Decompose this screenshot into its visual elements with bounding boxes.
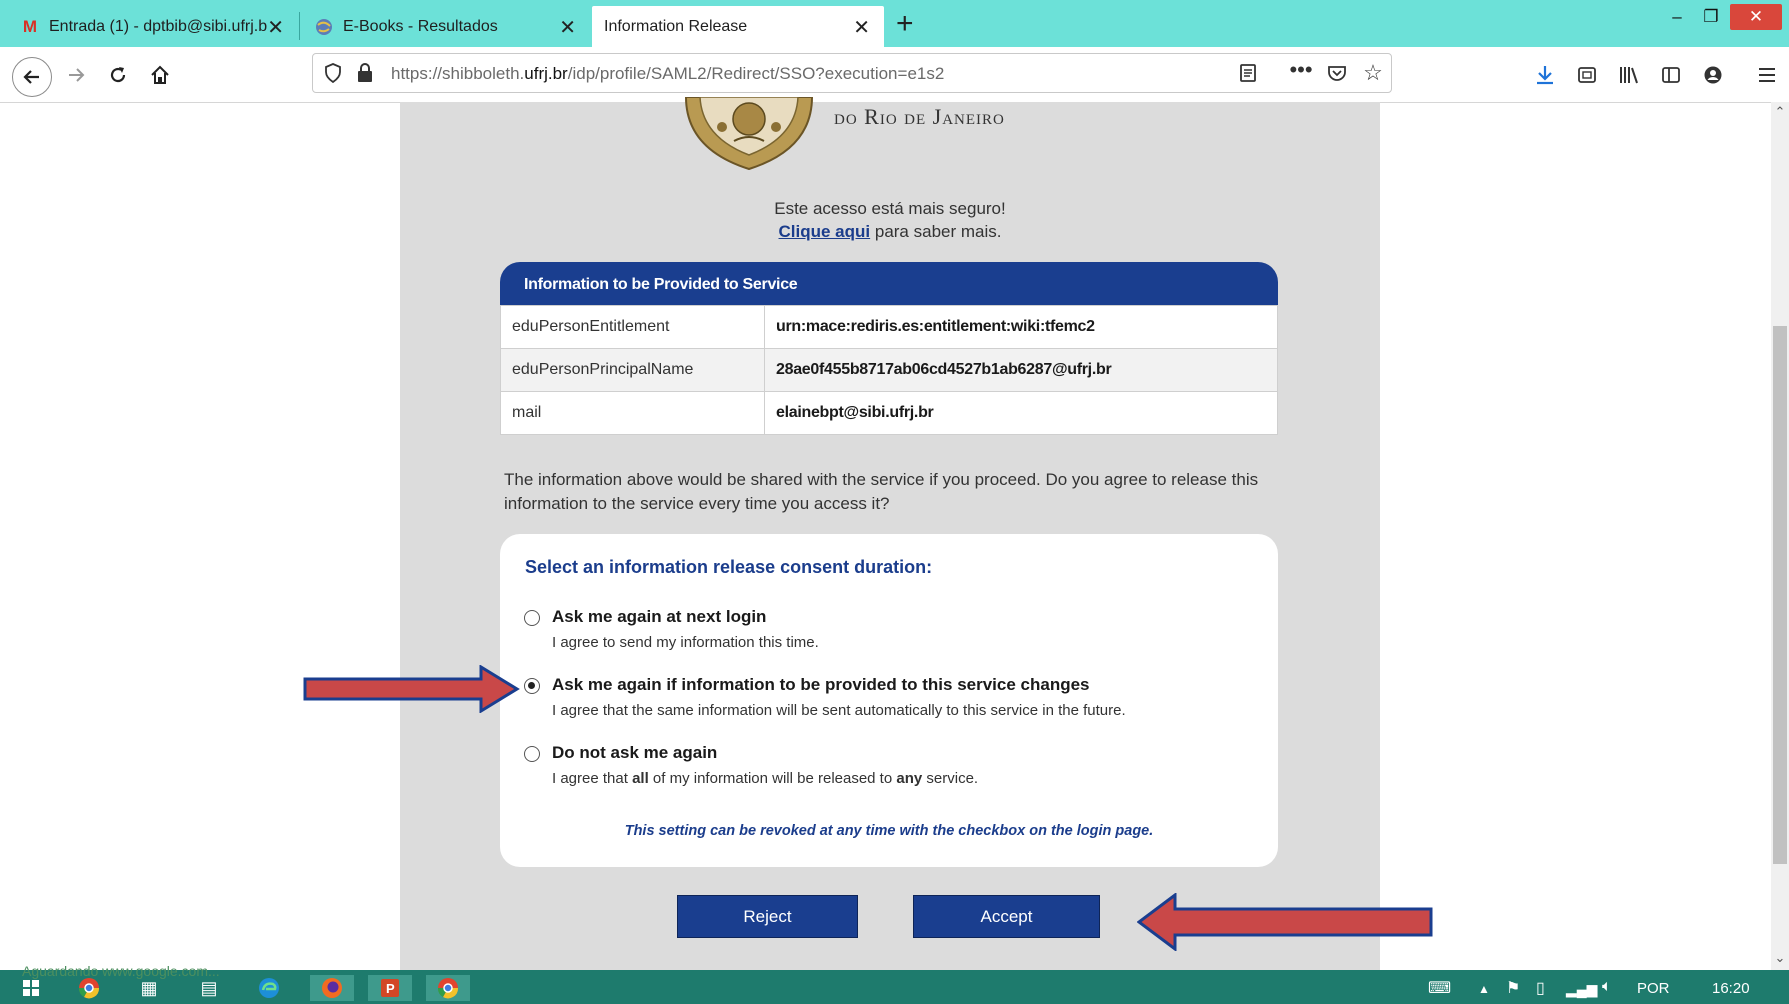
- reject-button[interactable]: Reject: [677, 895, 858, 938]
- url-text: https://shibboleth.ufrj.br/idp/profile/S…: [391, 64, 945, 83]
- screenshot-icon[interactable]: [1569, 57, 1605, 93]
- scrollbar-thumb[interactable]: [1773, 326, 1787, 864]
- consent-title: Select an information release consent du…: [525, 557, 933, 577]
- attribute-name: mail: [500, 391, 765, 435]
- tab-ebooks[interactable]: E-Books - Resultados ✕: [300, 6, 590, 47]
- release-notice: The information above would be shared wi…: [504, 470, 1259, 513]
- attribute-table: eduPersonEntitlement urn:mace:rediris.es…: [500, 305, 1278, 435]
- pocket-icon[interactable]: [1325, 61, 1349, 85]
- close-icon[interactable]: ✕: [853, 15, 870, 40]
- minimize-button[interactable]: –: [1660, 4, 1694, 30]
- flag-icon[interactable]: ⚑: [1506, 978, 1520, 998]
- file-explorer-icon[interactable]: ▤: [194, 975, 224, 1001]
- menu-icon[interactable]: [1749, 57, 1785, 93]
- back-arrow-icon[interactable]: [12, 57, 52, 97]
- more-icon[interactable]: •••: [1289, 57, 1313, 82]
- revoke-note: This setting can be revoked at any time …: [624, 823, 1154, 839]
- calculator-icon[interactable]: ▦: [134, 975, 164, 1001]
- chrome-window-icon[interactable]: [426, 975, 470, 1001]
- university-name: do Rio de Janeiro: [834, 104, 1005, 129]
- globe-icon: [314, 17, 334, 37]
- library-icon[interactable]: [1611, 57, 1647, 93]
- tab-label: Information Release: [604, 17, 748, 35]
- consent-panel: [500, 534, 1278, 867]
- chrome-icon[interactable]: [74, 975, 104, 1001]
- secure-message: Este acesso está mais seguro!: [774, 199, 1006, 218]
- sidebar-icon[interactable]: [1653, 57, 1689, 93]
- tab-label: Entrada (1) - dptbib@sibi.ufrj.b: [49, 17, 268, 35]
- option-description: I agree that the same information will b…: [552, 702, 1126, 719]
- learn-more-suffix: para saber mais.: [870, 222, 1002, 241]
- battery-icon[interactable]: ▯: [1536, 978, 1545, 998]
- account-icon[interactable]: [1695, 57, 1731, 93]
- option-label: Ask me again if information to be provid…: [552, 675, 1090, 694]
- scroll-down-icon[interactable]: ⌄: [1773, 950, 1787, 966]
- table-row: eduPersonEntitlement urn:mace:rediris.es…: [500, 305, 1278, 349]
- option-label: Ask me again at next login: [552, 607, 767, 626]
- edge-icon[interactable]: [254, 975, 284, 1001]
- tab-gmail[interactable]: M Entrada (1) - dptbib@sibi.ufrj.b ✕: [6, 6, 298, 47]
- reload-icon[interactable]: [100, 57, 136, 93]
- university-seal: [682, 96, 816, 171]
- shield-icon[interactable]: [321, 61, 345, 85]
- learn-more-link[interactable]: Clique aqui: [779, 222, 871, 241]
- forward-arrow-icon[interactable]: [58, 57, 94, 93]
- new-tab-button[interactable]: +: [896, 9, 914, 39]
- option-description: I agree to send my information this time…: [552, 634, 819, 651]
- option-label: Do not ask me again: [552, 743, 718, 762]
- show-hidden-icons[interactable]: ▲: [1478, 982, 1490, 996]
- attribute-name: eduPersonPrincipalName: [500, 348, 765, 392]
- table-row: mail elainebpt@sibi.ufrj.br: [500, 391, 1278, 435]
- annotation-arrow-icon: [1136, 892, 1433, 956]
- radio-button[interactable]: [524, 746, 540, 762]
- attribute-name: eduPersonEntitlement: [500, 305, 765, 349]
- info-table-header: Information to be Provided to Service: [500, 262, 1278, 305]
- close-icon[interactable]: ✕: [559, 15, 576, 40]
- attribute-value: 28ae0f455b8717ab06cd4527b1ab6287@ufrj.br: [764, 348, 1278, 392]
- scroll-up-icon[interactable]: ⌃: [1773, 104, 1787, 120]
- home-icon[interactable]: [142, 57, 178, 93]
- table-row: eduPersonPrincipalName 28ae0f455b8717ab0…: [500, 348, 1278, 392]
- option-description: I agree that all of my information will …: [552, 770, 979, 787]
- window-close-button[interactable]: ✕: [1730, 4, 1782, 30]
- svg-text:P: P: [386, 981, 395, 996]
- bookmark-star-icon[interactable]: ☆: [1361, 60, 1385, 85]
- powerpoint-icon[interactable]: P: [368, 975, 412, 1001]
- signal-icon[interactable]: ▂▄▆: [1566, 981, 1597, 998]
- download-icon[interactable]: [1527, 57, 1563, 93]
- reader-view-icon[interactable]: [1236, 61, 1260, 85]
- start-icon[interactable]: [16, 975, 46, 1001]
- radio-button-selected[interactable]: [524, 678, 540, 694]
- tab-information-release[interactable]: Information Release ✕: [592, 6, 884, 47]
- firefox-icon[interactable]: [310, 975, 354, 1001]
- accept-button[interactable]: Accept: [913, 895, 1100, 938]
- close-icon[interactable]: ✕: [267, 15, 284, 40]
- status-text: Aguardando www.google.com...: [22, 963, 220, 979]
- attribute-value: urn:mace:rediris.es:entitlement:wiki:tfe…: [764, 305, 1278, 349]
- language-indicator[interactable]: POR: [1637, 980, 1670, 997]
- clock[interactable]: 16:20: [1712, 980, 1750, 997]
- restore-button[interactable]: ❐: [1694, 4, 1728, 30]
- learn-more-line: Clique aqui para saber mais.: [400, 222, 1380, 242]
- attribute-value: elainebpt@sibi.ufrj.br: [764, 391, 1278, 435]
- annotation-arrow-icon: [303, 664, 521, 718]
- navigation-bar: https://shibboleth.ufrj.br/idp/profile/S…: [0, 47, 1789, 103]
- keyboard-icon[interactable]: ⌨: [1428, 978, 1451, 998]
- tab-label: E-Books - Resultados: [343, 17, 498, 35]
- lock-icon[interactable]: [353, 61, 377, 85]
- volume-icon[interactable]: 🔈︎: [1602, 978, 1612, 996]
- radio-button[interactable]: [524, 610, 540, 626]
- gmail-icon: M: [22, 16, 38, 36]
- url-bar[interactable]: https://shibboleth.ufrj.br/idp/profile/S…: [312, 53, 1392, 93]
